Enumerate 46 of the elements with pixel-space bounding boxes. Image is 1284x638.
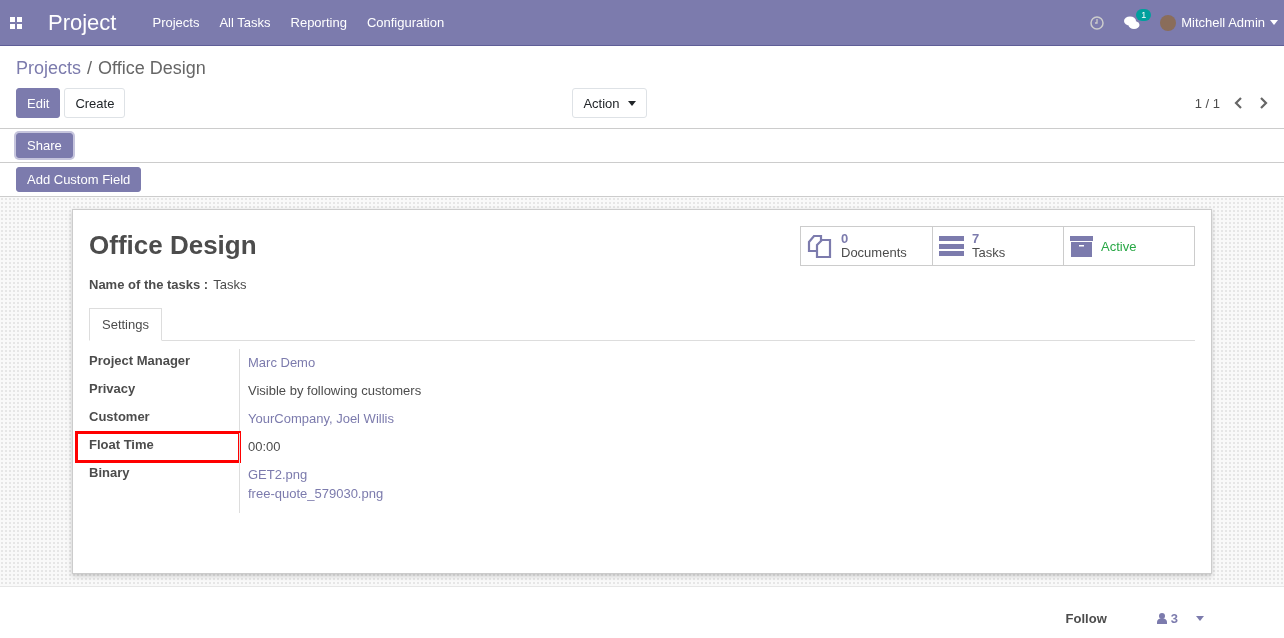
caret-icon (1196, 616, 1204, 621)
field-link[interactable]: free-quote_579030.png (248, 486, 1187, 501)
apps-grid-icon[interactable] (10, 16, 22, 29)
edit-button[interactable]: Edit (16, 88, 61, 118)
breadcrumb-current: Office Design (98, 58, 206, 79)
archive-icon (1070, 235, 1093, 257)
caret-icon (1270, 20, 1278, 25)
followers-button[interactable]: 3 (1156, 611, 1204, 626)
record-title: Office Design (89, 230, 257, 261)
field-value: Tasks (213, 277, 247, 292)
tasks-icon (939, 235, 964, 257)
avatar-circle (1160, 14, 1177, 31)
menu-item[interactable]: All Tasks (209, 15, 281, 30)
field-link[interactable]: Marc Demo (248, 355, 1187, 370)
breadcrumb-link[interactable]: Projects (16, 58, 82, 79)
documents-icon (807, 233, 833, 259)
field-link[interactable]: GET2.png (248, 467, 1187, 482)
menu-item[interactable]: Projects (142, 15, 210, 30)
field-label: Name of the tasks : (89, 277, 209, 292)
menu-item[interactable]: Reporting (280, 15, 357, 30)
pager-value: 1 / 1 (1194, 95, 1220, 111)
chat-bubbles-icon[interactable] (1124, 15, 1141, 30)
chevron-right-icon[interactable] (1258, 97, 1268, 109)
field-link[interactable]: YourCompany, Joel Willis (248, 411, 1187, 426)
notebook-tab[interactable]: Settings (89, 308, 162, 341)
clock-icon[interactable] (1090, 15, 1105, 30)
add-custom-field-button[interactable]: Add Custom Field (16, 167, 142, 192)
field-label: Customer (89, 408, 151, 426)
field-value: Visible by following customers (248, 383, 423, 398)
action-dropdown[interactable]: Action (572, 88, 647, 118)
share-button[interactable]: Share (16, 133, 73, 158)
menu-item[interactable]: Configuration (356, 15, 455, 30)
field-label: Privacy (89, 380, 137, 398)
caret-icon (627, 100, 636, 106)
field-label: Project Manager (89, 352, 192, 370)
highlighted-field-label: Float Time (77, 433, 239, 461)
field-label: Binary (89, 464, 131, 482)
message-count-badge: 1 (1136, 8, 1152, 21)
app-name: Project (48, 9, 117, 36)
field-value: 00:00 (248, 439, 282, 454)
person-icon (1156, 613, 1167, 624)
breadcrumb-separator: / (87, 58, 93, 79)
chevron-left-icon[interactable] (1234, 97, 1244, 109)
create-button[interactable]: Create (64, 88, 126, 118)
follow-button[interactable]: Follow (1065, 611, 1107, 626)
user-menu[interactable]: Mitchell Admin (1160, 14, 1278, 31)
